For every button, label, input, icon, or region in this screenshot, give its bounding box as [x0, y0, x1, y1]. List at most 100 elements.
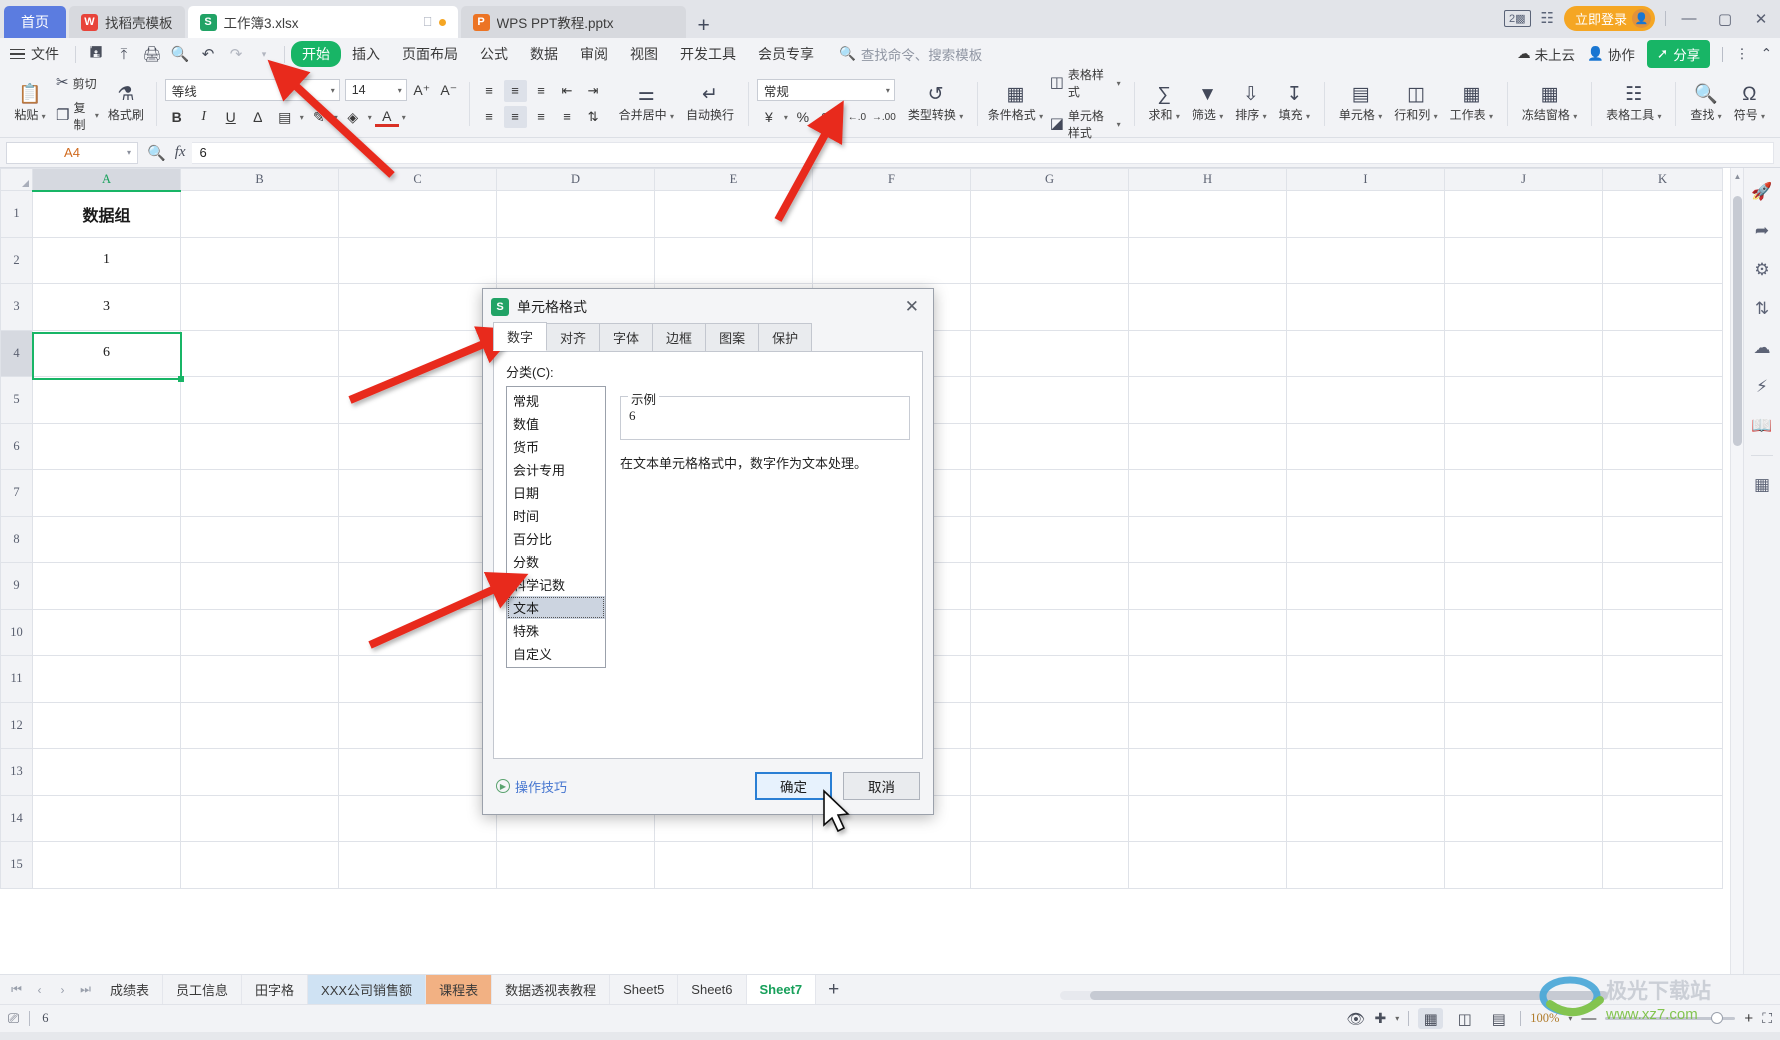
percent-format-button[interactable]: % — [791, 106, 815, 128]
category-item-special[interactable]: 特殊 — [507, 619, 605, 642]
row-header-8[interactable]: 8 — [0, 515, 33, 563]
sheet-tab-sheet5[interactable]: Sheet5 — [610, 974, 679, 1005]
page-layout-view-button[interactable]: ◫ — [1452, 1008, 1477, 1029]
cell-j14[interactable] — [1444, 794, 1603, 842]
align-left-button[interactable]: ≡ — [478, 106, 501, 128]
filter-button[interactable]: ▼ 筛选 ▾ — [1186, 83, 1229, 125]
cell-g8[interactable] — [970, 515, 1129, 563]
rows-cols-button[interactable]: ◫ 行和列 ▾ — [1388, 83, 1443, 125]
column-header-d[interactable]: D — [496, 168, 655, 191]
fill-button[interactable]: ↧ 填充 ▾ — [1273, 83, 1316, 125]
cell-i14[interactable] — [1286, 794, 1445, 842]
add-sheet-button[interactable]: + — [816, 979, 851, 1001]
cell-j11[interactable] — [1444, 655, 1603, 703]
cell-b13[interactable] — [180, 748, 339, 796]
last-sheet-button[interactable]: ⏭ — [74, 982, 97, 997]
cell-a14[interactable] — [32, 794, 181, 842]
font-color-button[interactable]: A — [374, 107, 399, 127]
minimize-button[interactable]: — — [1676, 10, 1702, 27]
dialog-tab-pattern[interactable]: 图案 — [705, 323, 760, 351]
cell-k12[interactable] — [1602, 701, 1723, 749]
row-header-7[interactable]: 7 — [0, 469, 33, 517]
print-icon[interactable]: 🖨 — [138, 45, 166, 63]
cell-c11[interactable] — [338, 655, 497, 703]
cell-h11[interactable] — [1128, 655, 1287, 703]
cell-k15[interactable] — [1602, 841, 1723, 889]
increase-decimal-button[interactable]: → .00 — [872, 106, 896, 128]
cell-c15[interactable] — [338, 841, 497, 889]
text-orientation-button[interactable]: ⇅ — [582, 106, 605, 128]
text-effects-button[interactable]: ✎ — [307, 106, 331, 128]
cell-h6[interactable] — [1128, 422, 1287, 470]
record-macro-icon[interactable]: ⎚ — [8, 1010, 19, 1027]
cell-button[interactable]: ▤ 单元格 ▾ — [1333, 83, 1388, 125]
cell-j9[interactable] — [1444, 562, 1603, 610]
cell-f1[interactable] — [812, 190, 971, 238]
cell-g6[interactable] — [970, 422, 1129, 470]
cell-h9[interactable] — [1128, 562, 1287, 610]
sheet-tab-sheet6[interactable]: Sheet6 — [678, 974, 747, 1005]
cell-c3[interactable] — [338, 283, 497, 331]
cell-d2[interactable] — [496, 236, 655, 284]
cell-k4[interactable] — [1602, 329, 1723, 377]
category-item-general[interactable]: 常规 — [507, 389, 605, 412]
cell-a9[interactable] — [32, 562, 181, 610]
cancel-button[interactable]: 取消 — [843, 772, 920, 800]
find-button[interactable]: 🔍 查找 ▾ — [1684, 83, 1727, 125]
next-sheet-button[interactable]: › — [51, 983, 74, 997]
cell-i4[interactable] — [1286, 329, 1445, 377]
cell-j7[interactable] — [1444, 469, 1603, 517]
worksheet-button[interactable]: ▦ 工作表 ▾ — [1444, 83, 1499, 125]
cell-a15[interactable] — [32, 841, 181, 889]
category-item-scientific[interactable]: 科学记数 — [507, 573, 605, 596]
cell-b3[interactable] — [180, 283, 339, 331]
cell-j3[interactable] — [1444, 283, 1603, 331]
cell-j12[interactable] — [1444, 701, 1603, 749]
column-header-a[interactable]: A — [32, 168, 181, 192]
cell-b9[interactable] — [180, 562, 339, 610]
customize-qat-icon[interactable]: ▾ — [250, 49, 278, 60]
ribbon-tab-review[interactable]: 审阅 — [569, 41, 619, 67]
sheet-tab-toushibiao[interactable]: 数据透视表教程 — [492, 974, 611, 1005]
currency-format-button[interactable]: ¥ — [757, 106, 781, 128]
cell-a8[interactable] — [32, 515, 181, 563]
cell-i11[interactable] — [1286, 655, 1445, 703]
first-sheet-button[interactable]: ⏮ — [5, 982, 28, 997]
cell-k11[interactable] — [1602, 655, 1723, 703]
chevron-down-icon[interactable]: ▾ — [300, 113, 304, 122]
collaborate-button[interactable]: 👤 协作 — [1587, 44, 1635, 64]
font-size-select[interactable]: 14 ▾ — [344, 79, 407, 101]
cell-i5[interactable] — [1286, 376, 1445, 424]
cell-h5[interactable] — [1128, 376, 1287, 424]
lightbulb-icon[interactable]: ⚡ — [1756, 377, 1768, 397]
column-header-b[interactable]: B — [180, 168, 339, 191]
cell-g13[interactable] — [970, 748, 1129, 796]
cell-g10[interactable] — [970, 608, 1129, 656]
row-header-15[interactable]: 15 — [0, 841, 33, 889]
cloud-doc-icon[interactable]: ☁ — [1754, 338, 1771, 358]
cell-h4[interactable] — [1128, 329, 1287, 377]
category-item-accounting[interactable]: 会计专用 — [507, 458, 605, 481]
chevron-down-icon[interactable]: ▾ — [1395, 1014, 1399, 1023]
cell-b4[interactable] — [180, 329, 339, 377]
cell-a1[interactable]: 数据组 — [32, 190, 181, 238]
cell-i9[interactable] — [1286, 562, 1445, 610]
cell-j10[interactable] — [1444, 608, 1603, 656]
book-search-icon[interactable]: 📖 — [1751, 416, 1772, 436]
page-break-view-button[interactable]: ▤ — [1486, 1008, 1511, 1029]
decrease-font-size-button[interactable]: A⁻ — [437, 79, 461, 101]
cell-h12[interactable] — [1128, 701, 1287, 749]
cell-c13[interactable] — [338, 748, 497, 796]
increase-font-size-button[interactable]: A⁺ — [410, 79, 434, 101]
cell-c1[interactable] — [338, 190, 497, 238]
dialog-tab-font[interactable]: 字体 — [599, 323, 654, 351]
cell-j1[interactable] — [1444, 190, 1603, 238]
cell-k7[interactable] — [1602, 469, 1723, 517]
column-header-c[interactable]: C — [338, 168, 497, 191]
italic-button[interactable]: I — [192, 106, 216, 128]
tab-home[interactable]: 首页 — [4, 6, 66, 38]
wrap-text-button[interactable]: ↵ 自动换行 — [680, 83, 740, 125]
borders-button[interactable]: ▤ — [273, 106, 297, 128]
tab-ppt-tutorial[interactable]: P WPS PPT教程.pptx — [460, 6, 686, 38]
copy-button[interactable]: ❐ 复制 ▾ — [51, 97, 104, 135]
